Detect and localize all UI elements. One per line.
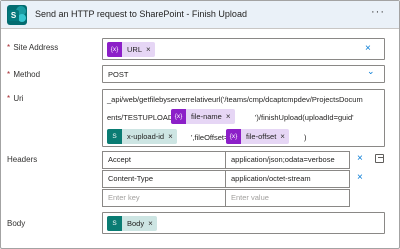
method-label: * Method (7, 70, 41, 79)
method-value: POST (108, 70, 129, 79)
sharepoint-logo-icon: S (7, 5, 27, 25)
action-header[interactable]: S Send an HTTP request to SharePoint - F… (1, 1, 399, 29)
uri-text-line1: _api/web/getfilebyserverrelativeurl('/te… (107, 95, 363, 104)
uri-label: * Uri (7, 94, 24, 103)
remove-token-icon[interactable]: × (224, 112, 235, 121)
switch-to-text-mode-icon[interactable] (375, 154, 384, 163)
remove-token-icon[interactable]: × (146, 219, 157, 228)
more-options-icon[interactable]: ··· (371, 6, 385, 18)
file-offset-token[interactable]: {x} file-offset × (226, 129, 289, 144)
action-title[interactable]: Send an HTTP request to SharePoint - Fin… (35, 9, 247, 19)
body-token[interactable]: S Body × (107, 216, 157, 231)
remove-header-icon[interactable]: × (357, 172, 363, 183)
clear-site-address-icon[interactable]: × (365, 43, 371, 54)
header-key-accept[interactable]: Accept (102, 151, 226, 169)
headers-label: Headers (7, 155, 38, 164)
uri-field[interactable]: _api/web/getfilebyserverrelativeurl('/te… (102, 89, 385, 147)
site-address-label: * Site Address (7, 43, 59, 52)
header-key-input[interactable]: Enter key (102, 189, 226, 207)
uri-text-suffix: ')/finishUpload(uploadId=guid' (255, 113, 354, 122)
uri-text-end: ) (304, 133, 307, 142)
uri-text-offset: ',fileOffset= (191, 133, 229, 142)
remove-token-icon[interactable]: × (278, 132, 289, 141)
header-value-content-type[interactable]: application/octet-stream (225, 170, 350, 188)
header-key-content-type[interactable]: Content-Type (102, 170, 226, 188)
sharepoint-icon: S (107, 216, 122, 231)
expression-icon: {x} (171, 109, 186, 124)
remove-header-icon[interactable]: × (357, 153, 363, 164)
http-request-action-card: S Send an HTTP request to SharePoint - F… (0, 0, 400, 249)
body-field[interactable]: S Body × (102, 212, 385, 234)
url-token[interactable]: {x} URL × (107, 42, 155, 57)
header-value-input[interactable]: Enter value (225, 189, 350, 207)
method-select[interactable]: POST ⌄ (102, 65, 385, 83)
expression-icon: {x} (107, 42, 122, 57)
site-address-field[interactable]: {x} URL × × (102, 38, 385, 60)
remove-token-icon[interactable]: × (144, 45, 155, 54)
header-value-accept[interactable]: application/json;odata=verbose (225, 151, 350, 169)
expression-icon: {x} (226, 129, 241, 144)
chevron-down-icon[interactable]: ⌄ (367, 66, 375, 77)
file-name-token[interactable]: {x} file-name × (171, 109, 235, 124)
body-label: Body (7, 219, 26, 228)
remove-token-icon[interactable]: × (166, 132, 177, 141)
x-upload-id-token[interactable]: S x-upload-id × (107, 129, 177, 144)
uri-text-prefix: ents/TESTUPLOAD/ (107, 113, 176, 122)
sharepoint-icon: S (107, 129, 122, 144)
